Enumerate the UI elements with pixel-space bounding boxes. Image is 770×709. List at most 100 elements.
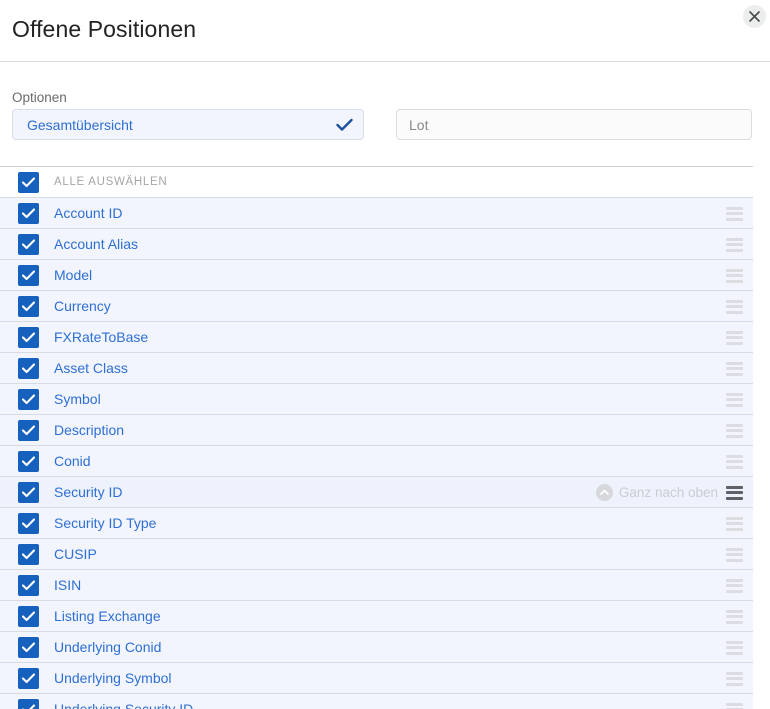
options-bar: Optionen Gesamtübersicht (0, 62, 770, 158)
row-checkbox[interactable] (18, 667, 39, 689)
row-label: FXRateToBase (54, 329, 149, 345)
drag-handle-icon[interactable] (726, 299, 743, 314)
move-to-top-action[interactable]: Ganz nach oben (595, 484, 718, 501)
row-checkbox[interactable] (18, 698, 39, 709)
select-all-checkbox[interactable] (18, 171, 39, 193)
row-actions (726, 663, 743, 694)
row-actions (726, 446, 743, 477)
drag-handle-icon[interactable] (726, 609, 743, 624)
row-actions (726, 694, 743, 709)
drag-handle-icon[interactable] (726, 702, 743, 709)
table-row[interactable]: Underlying Conid (0, 632, 753, 663)
drag-handle-icon[interactable] (726, 423, 743, 438)
move-to-top-label: Ganz nach oben (618, 485, 718, 500)
row-checkbox[interactable] (18, 295, 39, 317)
row-actions (726, 229, 743, 260)
drag-handle-icon[interactable] (726, 206, 743, 221)
table-row[interactable]: Underlying Security ID (0, 694, 753, 709)
row-checkbox[interactable] (18, 388, 39, 410)
row-checkbox[interactable] (18, 636, 39, 658)
table-row[interactable]: Listing Exchange (0, 601, 753, 632)
row-actions (726, 508, 743, 539)
drag-handle-icon[interactable] (726, 640, 743, 655)
row-actions (726, 632, 743, 663)
row-actions (726, 415, 743, 446)
options-label: Optionen (12, 90, 67, 105)
row-checkbox[interactable] (18, 357, 39, 379)
row-checkbox[interactable] (18, 450, 39, 472)
row-actions (726, 601, 743, 632)
row-checkbox[interactable] (18, 481, 39, 503)
row-checkbox[interactable] (18, 574, 39, 596)
drag-handle-icon[interactable] (726, 454, 743, 469)
column-rows: Account ID Account Alias Model Currency FXRa… (0, 198, 753, 709)
row-actions (726, 198, 743, 229)
row-label: Security ID (54, 484, 123, 500)
table-row[interactable]: Security ID Ganz nach oben (0, 477, 753, 508)
row-label: Asset Class (54, 360, 128, 376)
row-label: Model (54, 267, 93, 283)
row-checkbox[interactable] (18, 264, 39, 286)
drag-handle-icon[interactable] (726, 330, 743, 345)
table-row[interactable]: Security ID Type (0, 508, 753, 539)
row-checkbox[interactable] (18, 512, 39, 534)
row-checkbox[interactable] (18, 233, 39, 255)
table-row[interactable]: Asset Class (0, 353, 753, 384)
drag-handle-icon[interactable] (726, 671, 743, 686)
drag-handle-icon[interactable] (726, 516, 743, 531)
close-button[interactable] (743, 5, 766, 28)
select-all-label: ALLE AUSWÄHLEN (54, 176, 168, 188)
row-checkbox[interactable] (18, 605, 39, 627)
row-actions (726, 384, 743, 415)
row-label: Symbol (54, 391, 101, 407)
chevron-up-icon (595, 484, 613, 501)
table-row[interactable]: Underlying Symbol (0, 663, 753, 694)
check-icon (336, 118, 353, 132)
row-label: Account ID (54, 205, 123, 221)
row-label: Underlying Conid (54, 639, 162, 655)
row-actions (726, 539, 743, 570)
drag-handle-icon[interactable] (726, 268, 743, 283)
table-row[interactable]: Description (0, 415, 753, 446)
row-checkbox[interactable] (18, 543, 39, 565)
table-row[interactable]: Currency (0, 291, 753, 322)
table-row[interactable]: ISIN (0, 570, 753, 601)
row-label: Underlying Security ID (54, 701, 194, 709)
table-row[interactable]: Conid (0, 446, 753, 477)
columns-list[interactable]: ALLE AUSWÄHLEN Account ID Account Alias Mo… (0, 166, 753, 709)
lot-input[interactable] (396, 109, 752, 140)
row-label: ISIN (54, 577, 82, 593)
row-label: Conid (54, 453, 91, 469)
page-title: Offene Positionen (12, 16, 197, 42)
drag-handle-icon[interactable] (726, 361, 743, 376)
row-label: Account Alias (54, 236, 139, 252)
overview-select-value: Gesamtübersicht (27, 116, 133, 133)
drag-handle-icon[interactable] (726, 547, 743, 562)
row-actions (726, 291, 743, 322)
overview-select[interactable]: Gesamtübersicht (12, 109, 364, 140)
drag-handle-icon[interactable] (726, 237, 743, 252)
table-row[interactable]: FXRateToBase (0, 322, 753, 353)
row-label: Underlying Symbol (54, 670, 172, 686)
row-checkbox[interactable] (18, 419, 39, 441)
row-label: Currency (54, 298, 111, 314)
drag-handle-icon[interactable] (726, 485, 743, 500)
table-row[interactable]: Account ID (0, 198, 753, 229)
select-all-row[interactable]: ALLE AUSWÄHLEN (0, 167, 753, 198)
row-label: Description (54, 422, 125, 438)
row-checkbox[interactable] (18, 202, 39, 224)
table-row[interactable]: CUSIP (0, 539, 753, 570)
row-label: Security ID Type (54, 515, 157, 531)
open-positions-dialog: Offene Positionen Optionen Gesamtübersic… (0, 0, 770, 709)
row-actions (726, 260, 743, 291)
row-checkbox[interactable] (18, 326, 39, 348)
row-actions: Ganz nach oben (595, 477, 743, 508)
table-row[interactable]: Model (0, 260, 753, 291)
drag-handle-icon[interactable] (726, 578, 743, 593)
table-row[interactable]: Symbol (0, 384, 753, 415)
dialog-header: Offene Positionen (0, 0, 770, 62)
row-label: Listing Exchange (54, 608, 161, 624)
table-row[interactable]: Account Alias (0, 229, 753, 260)
drag-handle-icon[interactable] (726, 392, 743, 407)
row-actions (726, 570, 743, 601)
